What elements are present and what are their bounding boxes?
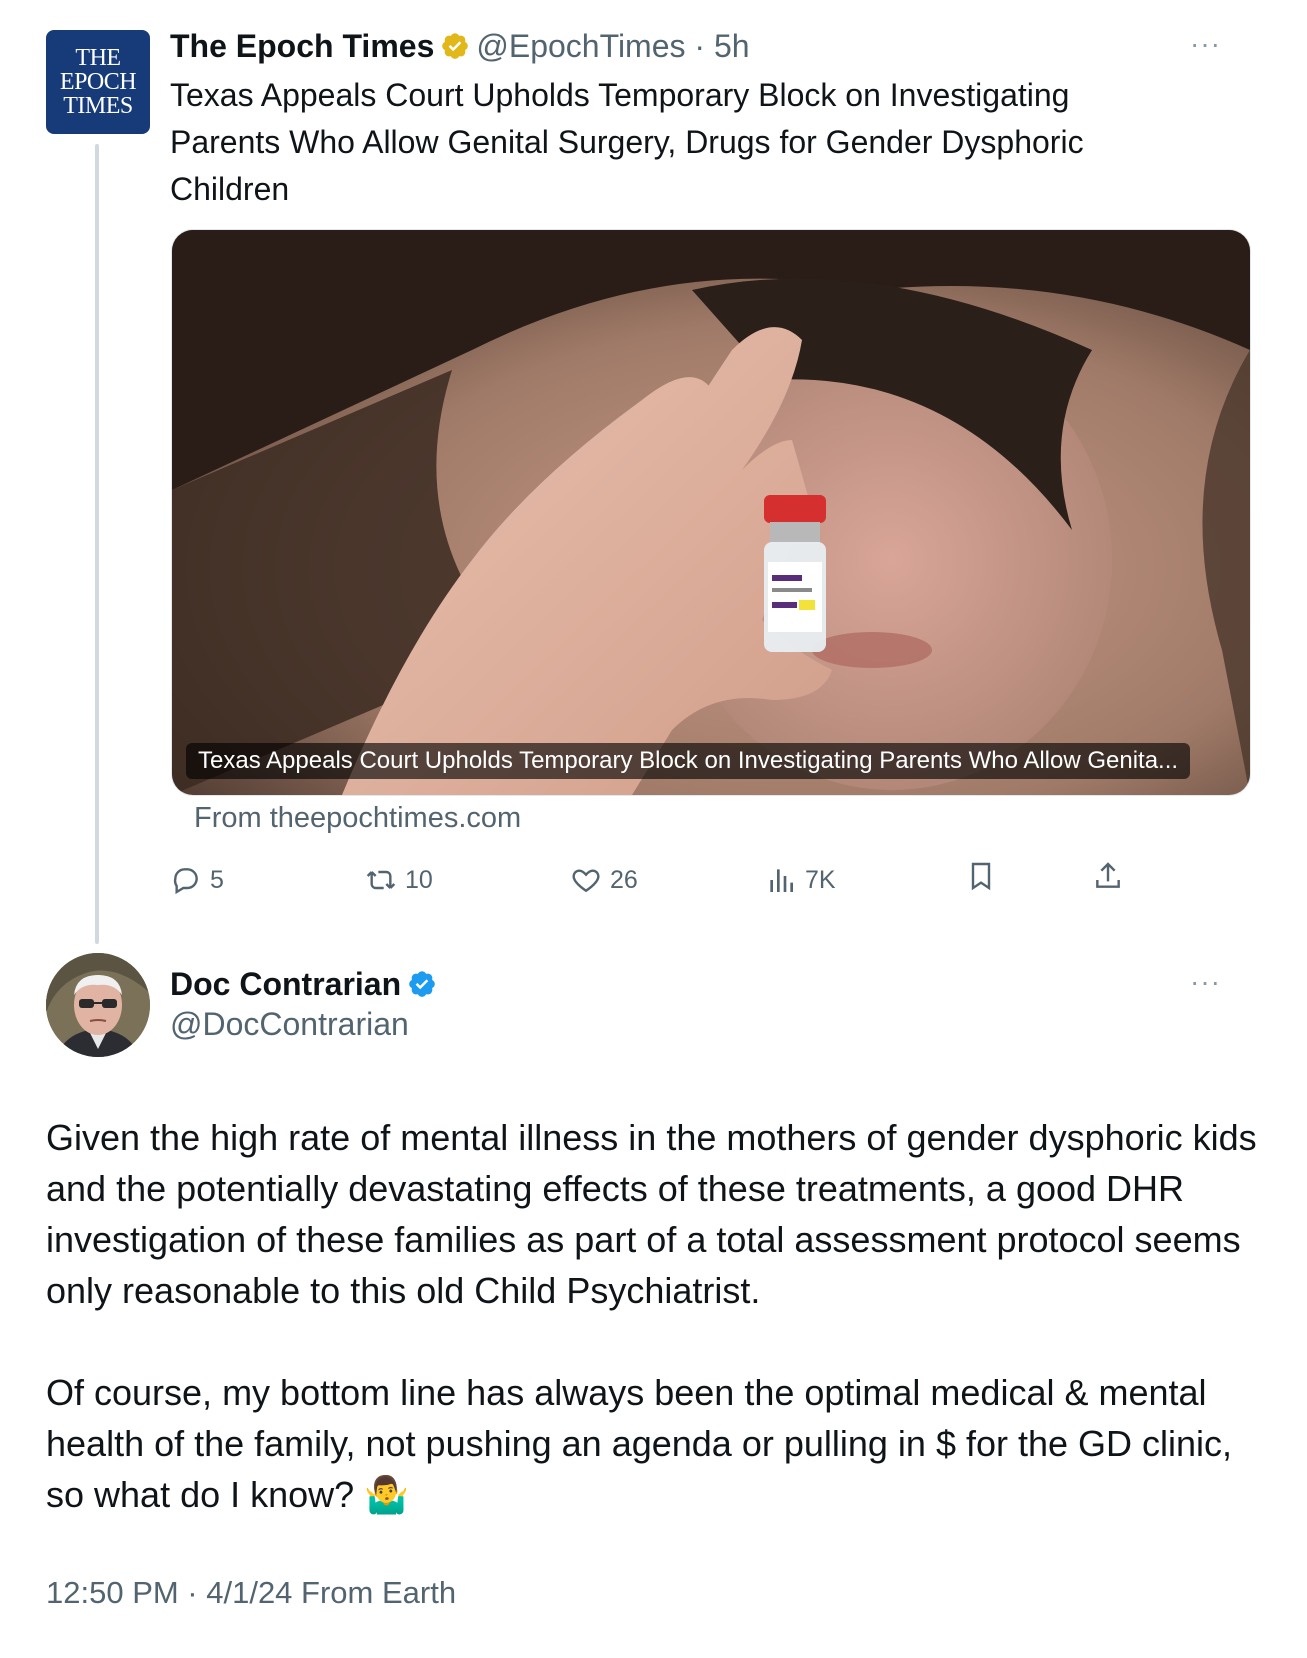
quoted-headline[interactable]: Texas Appeals Court Upholds Temporary Bl… <box>170 72 1170 213</box>
thread-line <box>95 144 99 944</box>
doc-contrarian-avatar[interactable] <box>46 953 150 1057</box>
share-button[interactable] <box>1092 860 1124 892</box>
more-icon[interactable]: ··· <box>1190 28 1221 60</box>
repost-count: 10 <box>405 866 433 894</box>
more-icon[interactable]: ··· <box>1190 966 1221 998</box>
views-icon <box>770 869 793 892</box>
views-count: 7K <box>805 866 836 894</box>
action-bar: 5 10 26 7K <box>0 860 1307 900</box>
like-icon <box>572 869 600 893</box>
author-handle[interactable]: @DocContrarian <box>170 1006 409 1043</box>
avatar-text-line: THE <box>75 45 121 71</box>
avatar-photo <box>46 953 150 1057</box>
source-link[interactable]: From theepochtimes.com <box>194 802 521 835</box>
main-tweet-header: Doc Contrarian <box>170 962 443 1006</box>
avatar-text-line: TIMES <box>63 93 133 119</box>
like-count: 26 <box>610 866 638 894</box>
repost-icon <box>366 870 396 890</box>
share-icon <box>1096 862 1120 888</box>
tweet-paragraph: Of course, my bottom line has always bee… <box>46 1372 1233 1515</box>
author-name[interactable]: The Epoch Times <box>170 28 434 64</box>
like-button[interactable]: 26 <box>570 860 638 900</box>
quoted-tweet-header: The Epoch Times @EpochTimes · 5h <box>170 24 750 68</box>
bookmark-icon <box>971 862 991 891</box>
reply-button[interactable]: 5 <box>170 860 224 900</box>
author-name[interactable]: Doc Contrarian <box>170 966 401 1002</box>
tweet-paragraph: Given the high rate of mental illness in… <box>46 1117 1257 1311</box>
article-card-image[interactable]: Texas Appeals Court Upholds Temporary Bl… <box>171 229 1251 796</box>
verified-blue-icon <box>409 971 435 997</box>
bookmark-button[interactable] <box>965 860 997 892</box>
tweet-body: Given the high rate of mental illness in… <box>46 1112 1276 1520</box>
handle-and-time[interactable]: @EpochTimes · 5h <box>476 28 749 64</box>
reply-icon <box>173 868 198 895</box>
epoch-times-avatar[interactable]: THE EPOCH TIMES <box>46 30 150 134</box>
views-button[interactable]: 7K <box>765 860 836 900</box>
reply-count: 5 <box>210 866 224 894</box>
media-caption: Texas Appeals Court Upholds Temporary Bl… <box>186 743 1191 779</box>
repost-button[interactable]: 10 <box>365 860 433 900</box>
verified-gold-icon <box>442 33 469 59</box>
photo-vial-in-hand <box>172 230 1250 795</box>
vial <box>764 495 826 652</box>
avatar-text-line: EPOCH <box>59 69 137 95</box>
tweet-timestamp[interactable]: 12:50 PM · 4/1/24 From Earth <box>46 1575 456 1611</box>
